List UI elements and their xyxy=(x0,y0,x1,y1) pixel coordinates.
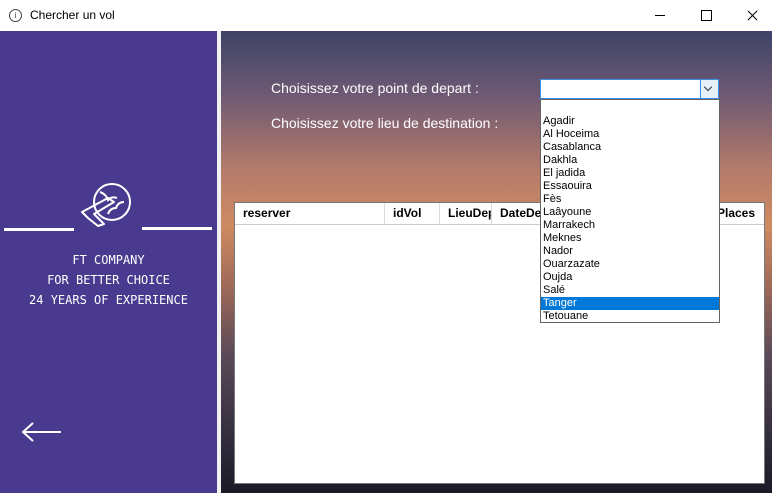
dropdown-option[interactable]: Casablanca xyxy=(541,141,719,154)
decor-line-left xyxy=(4,228,74,231)
minimize-button[interactable] xyxy=(637,0,683,31)
column-header-idvol[interactable]: idVol xyxy=(385,203,440,224)
decor-line-right xyxy=(142,227,212,230)
dropdown-option[interactable]: Ouarzazate xyxy=(541,258,719,271)
dropdown-option[interactable]: Tanger xyxy=(541,297,719,310)
brand-line-3: 24 YEARS OF EXPERIENCE xyxy=(29,293,188,307)
departure-combobox[interactable] xyxy=(540,79,719,99)
globe-plane-icon xyxy=(81,183,131,227)
dropdown-option[interactable]: Al Hoceima xyxy=(541,128,719,141)
title-bar: i Chercher un vol xyxy=(0,0,772,31)
dropdown-option[interactable]: Laâyoune xyxy=(541,206,719,219)
column-header-reserver[interactable]: reserver xyxy=(235,203,385,224)
dropdown-option[interactable]: Dakhla xyxy=(541,154,719,167)
dropdown-option[interactable]: Agadir xyxy=(541,115,719,128)
dropdown-option[interactable]: El jadida xyxy=(541,167,719,180)
departure-label: Choisissez votre point de depart : xyxy=(271,80,479,96)
dropdown-option[interactable]: Nador xyxy=(541,245,719,258)
column-header-lieudep[interactable]: LieuDep xyxy=(440,203,492,224)
close-button[interactable] xyxy=(729,0,772,31)
brand-line-2: FOR BETTER CHOICE xyxy=(47,273,170,287)
dropdown-option[interactable]: Fès xyxy=(541,193,719,206)
dropdown-option[interactable]: Salé xyxy=(541,284,719,297)
dropdown-option[interactable]: Marrakech xyxy=(541,219,719,232)
chevron-down-icon[interactable] xyxy=(700,80,718,98)
dropdown-option[interactable]: Oujda xyxy=(541,271,719,284)
departure-dropdown-list[interactable]: Agadir Al Hoceima Casablanca Dakhla El jadid… xyxy=(540,99,720,323)
window-title: Chercher un vol xyxy=(30,8,115,22)
maximize-button[interactable] xyxy=(683,0,729,31)
back-arrow-icon[interactable] xyxy=(20,420,64,444)
dropdown-option[interactable]: Tetouane xyxy=(541,310,719,323)
brand-line-1: FT COMPANY xyxy=(72,253,145,267)
dropdown-option[interactable]: Essaouira xyxy=(541,180,719,193)
destination-label: Choisissez votre lieu de destination : xyxy=(271,115,499,131)
dropdown-option[interactable]: Meknes xyxy=(541,232,719,245)
app-icon: i xyxy=(9,9,22,22)
